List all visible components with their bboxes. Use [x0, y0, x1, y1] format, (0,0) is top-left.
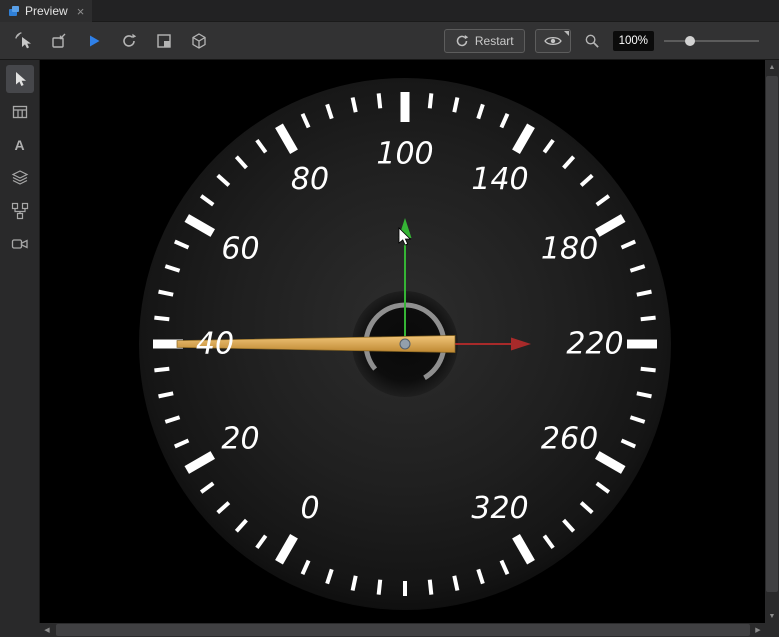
tool-text-button[interactable]: A: [6, 131, 34, 159]
restart-label: Restart: [475, 34, 514, 48]
tab-label: Preview: [25, 4, 68, 18]
gauge-label: 180: [541, 232, 598, 267]
tool-table-button[interactable]: [6, 98, 34, 126]
scroll-left-icon[interactable]: ◀: [40, 623, 54, 637]
bounds-icon: [155, 32, 173, 50]
visibility-button[interactable]: [535, 29, 571, 53]
restart-icon: [455, 34, 469, 48]
gauge-label: 320: [471, 491, 528, 526]
vertical-scrollbar-thumb[interactable]: [766, 76, 778, 592]
table-icon: [11, 103, 29, 121]
text-tool-icon: A: [14, 137, 24, 153]
gauge-label: 20: [221, 422, 259, 457]
tool-pick-button[interactable]: [10, 27, 38, 55]
tab-close-icon[interactable]: ×: [77, 5, 85, 18]
left-tool-sidebar: A: [0, 60, 40, 623]
toolbar-right-group: Restart 100%: [444, 27, 759, 55]
zoom-level-field[interactable]: 100%: [613, 31, 654, 51]
tab-preview[interactable]: Preview ×: [0, 0, 92, 22]
tool-nodes-button[interactable]: [6, 197, 34, 225]
tab-bar: Preview ×: [0, 0, 779, 22]
gauge-tick: [154, 369, 169, 371]
gauge-tick: [641, 318, 656, 320]
scrollbar-corner: [765, 623, 779, 637]
gauge-label: 100: [376, 137, 433, 172]
vertical-scrollbar[interactable]: ▲ ▼: [765, 60, 779, 623]
rotate-icon: [120, 32, 138, 50]
selection-action-icon: [15, 32, 33, 50]
speedometer-gauge[interactable]: 0 20 40 60 80 100 140 180 220 260 320: [40, 60, 765, 623]
scroll-right-icon[interactable]: ▶: [751, 623, 765, 637]
preview-tab-icon: [8, 5, 20, 17]
gauge-label: 0: [300, 491, 319, 526]
main-toolbar: Restart 100%: [0, 22, 779, 60]
zoom-slider-track: [664, 40, 759, 42]
gizmo-center-dot[interactable]: [400, 339, 410, 349]
layers-icon: [11, 169, 29, 187]
frame-select-icon: [50, 32, 68, 50]
tool-frame-button[interactable]: [45, 27, 73, 55]
eye-dropdown-marker: [564, 31, 569, 36]
zoom-tool-button[interactable]: [581, 27, 603, 55]
application-window: Preview ×: [0, 0, 779, 637]
gauge-tick: [430, 580, 432, 595]
scroll-down-icon[interactable]: ▼: [765, 609, 779, 623]
scroll-up-icon[interactable]: ▲: [765, 60, 779, 74]
gauge-tick: [379, 93, 381, 108]
gauge-label: 260: [541, 422, 598, 457]
tool-play-button[interactable]: [80, 27, 108, 55]
tool-rotate-button[interactable]: [115, 27, 143, 55]
cube-3d-icon: [190, 32, 208, 50]
sidebar-bottom-corner: [0, 623, 40, 637]
tool-camera-button[interactable]: [6, 230, 34, 258]
magnifier-icon: [584, 33, 600, 49]
tool-3d-button[interactable]: [185, 27, 213, 55]
eye-icon: [544, 35, 562, 47]
horizontal-scrollbar[interactable]: ◀ ▶: [40, 623, 765, 637]
camera-icon: [11, 235, 29, 253]
nodes-icon: [11, 202, 29, 220]
gauge-label: 140: [471, 162, 528, 197]
gauge-label: 40: [196, 327, 234, 362]
zoom-slider-thumb[interactable]: [685, 36, 695, 46]
horizontal-scrollbar-thumb[interactable]: [56, 624, 750, 636]
gauge-tick: [641, 369, 656, 371]
tool-select-button[interactable]: [6, 65, 34, 93]
restart-button[interactable]: Restart: [444, 29, 525, 53]
tool-layers-button[interactable]: [6, 164, 34, 192]
gauge-label: 80: [291, 162, 329, 197]
select-cursor-icon: [11, 70, 29, 88]
gauge-tick: [154, 318, 169, 320]
gauge-label: 60: [221, 232, 259, 267]
zoom-slider[interactable]: [664, 31, 759, 51]
gauge-label: 220: [566, 327, 623, 362]
preview-canvas[interactable]: 0 20 40 60 80 100 140 180 220 260 320: [40, 60, 765, 623]
gauge-tick: [430, 93, 432, 108]
gauge-tick: [379, 580, 381, 595]
tool-bounds-button[interactable]: [150, 27, 178, 55]
play-icon: [85, 32, 103, 50]
